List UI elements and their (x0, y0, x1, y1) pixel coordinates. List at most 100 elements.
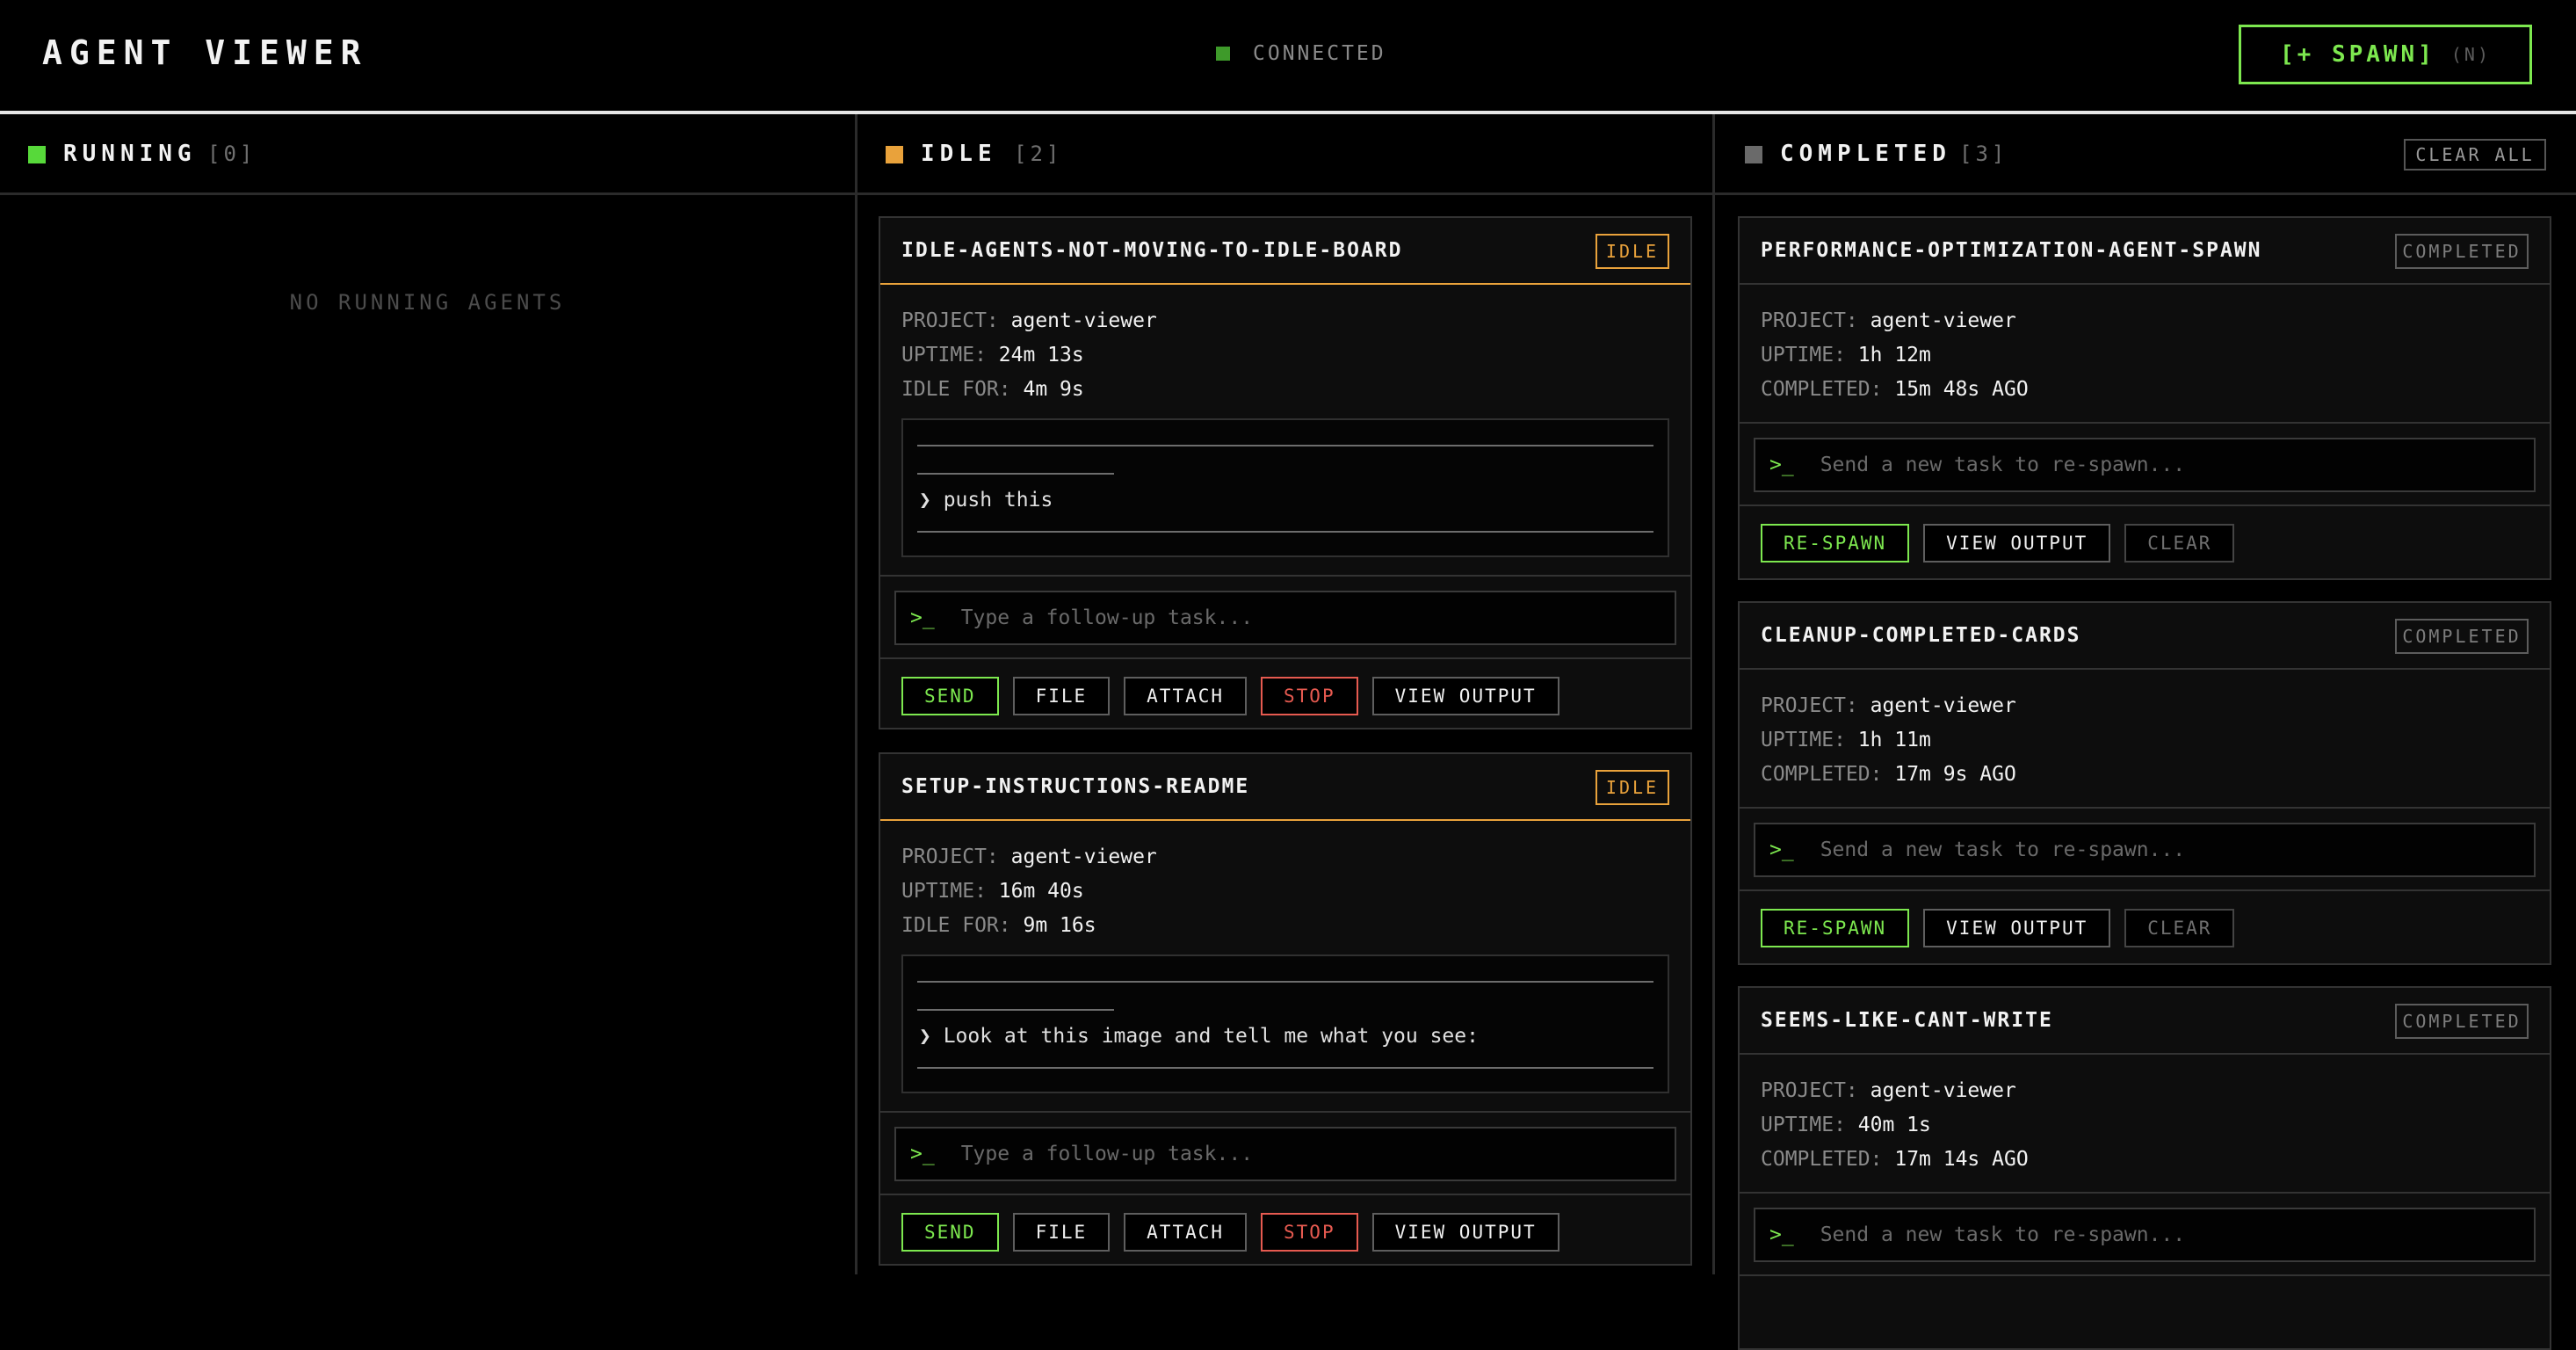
agent-name: SETUP-INSTRUCTIONS-README (901, 775, 1250, 798)
status-badge: COMPLETED (2395, 619, 2529, 654)
send-button[interactable]: SEND (901, 1213, 999, 1252)
view-output-button[interactable]: VIEW OUTPUT (1923, 524, 2111, 562)
spawn-button[interactable]: [+ SPAWN] (N) (2239, 25, 2532, 84)
completed-value: 17m 9s AGO (1894, 763, 2016, 786)
agent-card: IDLE-AGENTS-NOT-MOVING-TO-IDLE-BOARD IDL… (879, 216, 1692, 729)
project-value: agent-viewer (1870, 1079, 2016, 1102)
project-value: agent-viewer (1010, 309, 1157, 332)
app-title: AGENT VIEWER (42, 33, 368, 72)
respawn-input[interactable] (1818, 838, 2534, 862)
idle-square-icon (886, 146, 903, 163)
running-square-icon (28, 146, 46, 163)
running-column-header: RUNNING [0] (0, 114, 855, 195)
terminal-prompt-icon: >_ (1769, 454, 1794, 476)
terminal-preview: ❯ push this (901, 418, 1669, 557)
respawn-input-box: >_ (1754, 438, 2536, 492)
uptime-label: UPTIME: (901, 344, 987, 367)
agent-card-header: SEEMS-LIKE-CANT-WRITE COMPLETED (1740, 988, 2550, 1055)
agent-card-header: SETUP-INSTRUCTIONS-README IDLE (880, 754, 1690, 821)
project-label: PROJECT: (901, 846, 999, 868)
respawn-input[interactable] (1818, 1223, 2534, 1247)
stop-button[interactable]: STOP (1261, 1213, 1358, 1252)
respawn-input-box: >_ (1754, 1208, 2536, 1262)
idle-for-value: 9m 16s (1023, 914, 1096, 937)
terminal-last-prompt: ❯ Look at this image and tell me what yo… (919, 1025, 1479, 1048)
terminal-rule (917, 1067, 1653, 1069)
project-label: PROJECT: (1761, 309, 1858, 332)
idle-column: IDLE [2] IDLE-AGENTS-NOT-MOVING-TO-IDLE-… (857, 114, 1715, 1274)
attach-button[interactable]: ATTACH (1124, 677, 1248, 715)
project-label: PROJECT: (901, 309, 999, 332)
respawn-button[interactable]: RE-SPAWN (1761, 909, 1910, 947)
uptime-label: UPTIME: (1761, 729, 1846, 751)
completed-value: 17m 14s AGO (1894, 1148, 2029, 1171)
completed-label: COMPLETED: (1761, 763, 1883, 786)
status-badge: IDLE (1596, 770, 1669, 805)
project-value: agent-viewer (1010, 846, 1157, 868)
followup-input[interactable] (959, 1142, 1675, 1166)
uptime-value: 16m 40s (998, 880, 1084, 903)
terminal-rule (917, 473, 1114, 475)
stop-button[interactable]: STOP (1261, 677, 1358, 715)
respawn-input-box: >_ (1754, 823, 2536, 877)
terminal-rule (917, 981, 1653, 983)
completed-label: COMPLETED: (1761, 378, 1883, 401)
idle-column-header: IDLE [2] (857, 114, 1712, 195)
clear-all-button[interactable]: CLEAR ALL (2404, 139, 2546, 171)
view-output-button[interactable]: VIEW OUTPUT (1923, 909, 2111, 947)
status-badge: COMPLETED (2395, 234, 2529, 269)
card-actions: SEND FILE ATTACH STOP VIEW OUTPUT (901, 677, 1559, 715)
terminal-rule (917, 531, 1653, 533)
terminal-prompt-icon: >_ (1769, 838, 1794, 861)
agent-meta: PROJECT: agent-viewer UPTIME: 40m 1s COM… (1761, 1074, 2029, 1177)
completed-label: COMPLETED: (1761, 1148, 1883, 1171)
idle-column-title: IDLE (921, 141, 997, 167)
terminal-rule (917, 1009, 1114, 1011)
agent-name: CLEANUP-COMPLETED-CARDS (1761, 624, 2081, 647)
project-value: agent-viewer (1870, 309, 2016, 332)
respawn-button[interactable]: RE-SPAWN (1761, 524, 1910, 562)
project-label: PROJECT: (1761, 694, 1858, 717)
agent-name: SEEMS-LIKE-CANT-WRITE (1761, 1009, 2053, 1032)
status-badge: COMPLETED (2395, 1004, 2529, 1039)
card-actions: RE-SPAWN VIEW OUTPUT CLEAR (1761, 524, 2235, 562)
file-button[interactable]: FILE (1012, 1213, 1111, 1252)
terminal-preview: ❯ Look at this image and tell me what yo… (901, 954, 1669, 1093)
running-column-title: RUNNING (63, 141, 197, 167)
running-column: RUNNING [0] NO RUNNING AGENTS (0, 114, 857, 1274)
spawn-button-label: [+ SPAWN] (2279, 41, 2435, 68)
respawn-input[interactable] (1818, 453, 2534, 477)
terminal-prompt-icon: >_ (910, 606, 935, 629)
respawn-input-row: >_ (1740, 807, 2550, 891)
agent-card-header: PERFORMANCE-OPTIMIZATION-AGENT-SPAWN COM… (1740, 218, 2550, 285)
completed-column-title: COMPLETED (1780, 141, 1951, 167)
uptime-label: UPTIME: (901, 880, 987, 903)
card-actions: SEND FILE ATTACH STOP VIEW OUTPUT (901, 1213, 1559, 1252)
completed-square-icon (1745, 146, 1762, 163)
completed-column: COMPLETED [3] CLEAR ALL PERFORMANCE-OPTI… (1715, 114, 2576, 1350)
connection-status: CONNECTED (1216, 42, 1386, 65)
clear-button[interactable]: CLEAR (2124, 524, 2235, 562)
agent-card-header: CLEANUP-COMPLETED-CARDS COMPLETED (1740, 603, 2550, 670)
agent-meta: PROJECT: agent-viewer UPTIME: 1h 12m COM… (1761, 304, 2029, 407)
completed-column-header: COMPLETED [3] CLEAR ALL (1715, 114, 2576, 195)
uptime-label: UPTIME: (1761, 1114, 1846, 1136)
attach-button[interactable]: ATTACH (1124, 1213, 1248, 1252)
file-button[interactable]: FILE (1012, 677, 1111, 715)
clear-button[interactable]: CLEAR (2124, 909, 2235, 947)
send-button[interactable]: SEND (901, 677, 999, 715)
terminal-last-prompt: ❯ push this (919, 489, 1053, 512)
uptime-value: 40m 1s (1857, 1114, 1931, 1136)
respawn-input-row: >_ (1740, 422, 2550, 506)
status-badge: IDLE (1596, 234, 1669, 269)
idle-count: [2] (1014, 142, 1063, 166)
view-output-button[interactable]: VIEW OUTPUT (1371, 677, 1559, 715)
completed-count: [3] (1959, 142, 2008, 166)
terminal-prompt-icon: >_ (1769, 1223, 1794, 1246)
agent-meta: PROJECT: agent-viewer UPTIME: 16m 40s ID… (901, 840, 1157, 943)
followup-input-box: >_ (894, 591, 1676, 645)
agent-name: PERFORMANCE-OPTIMIZATION-AGENT-SPAWN (1761, 239, 2262, 262)
followup-input[interactable] (959, 606, 1675, 630)
view-output-button[interactable]: VIEW OUTPUT (1371, 1213, 1559, 1252)
agent-card-header: IDLE-AGENTS-NOT-MOVING-TO-IDLE-BOARD IDL… (880, 218, 1690, 285)
